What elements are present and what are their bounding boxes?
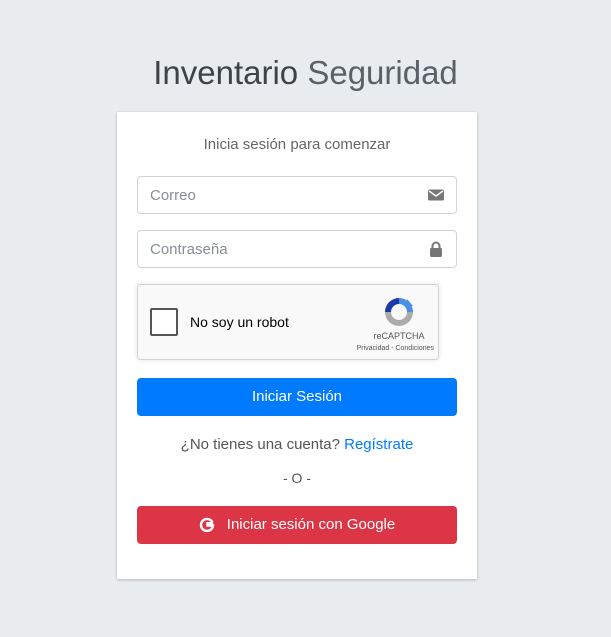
- password-input[interactable]: [138, 231, 408, 267]
- login-button[interactable]: Iniciar Sesión: [137, 378, 457, 416]
- recaptcha-links[interactable]: Privacidad - Condiciones: [334, 345, 434, 352]
- recaptcha-label: No soy un robot: [190, 314, 289, 330]
- logo-light: Seguridad: [298, 54, 458, 91]
- google-icon: [199, 517, 215, 532]
- envelope-icon: [428, 189, 444, 201]
- login-box-message: Inicia sesión para comenzar: [203, 136, 391, 153]
- password-field-group: [137, 230, 457, 268]
- or-separator: - O -: [283, 470, 311, 486]
- register-prompt-text: ¿No tienes una cuenta?: [180, 436, 345, 453]
- google-login-label: Iniciar sesión con Google: [226, 516, 396, 533]
- email-field-group: [137, 176, 457, 214]
- recaptcha-checkbox[interactable]: [150, 308, 178, 336]
- google-login-button[interactable]: Iniciar sesión con Google: [137, 506, 457, 544]
- recaptcha-logo-icon: [385, 298, 413, 326]
- register-prompt: ¿No tienes una cuenta? Regístrate: [117, 436, 477, 453]
- lock-icon: [430, 241, 442, 257]
- register-link[interactable]: Regístrate: [344, 436, 413, 453]
- recaptcha-brand: reCAPTCHA: [373, 331, 425, 341]
- email-input[interactable]: [138, 177, 408, 213]
- app-logo: Inventario Seguridad: [0, 54, 611, 92]
- recaptcha-widget: No soy un robot reCAPTCHA Privacidad - C…: [137, 284, 439, 360]
- login-card: Inicia sesión para comenzar No soy un ro…: [117, 112, 477, 579]
- logo-bold: Inventario: [153, 54, 299, 91]
